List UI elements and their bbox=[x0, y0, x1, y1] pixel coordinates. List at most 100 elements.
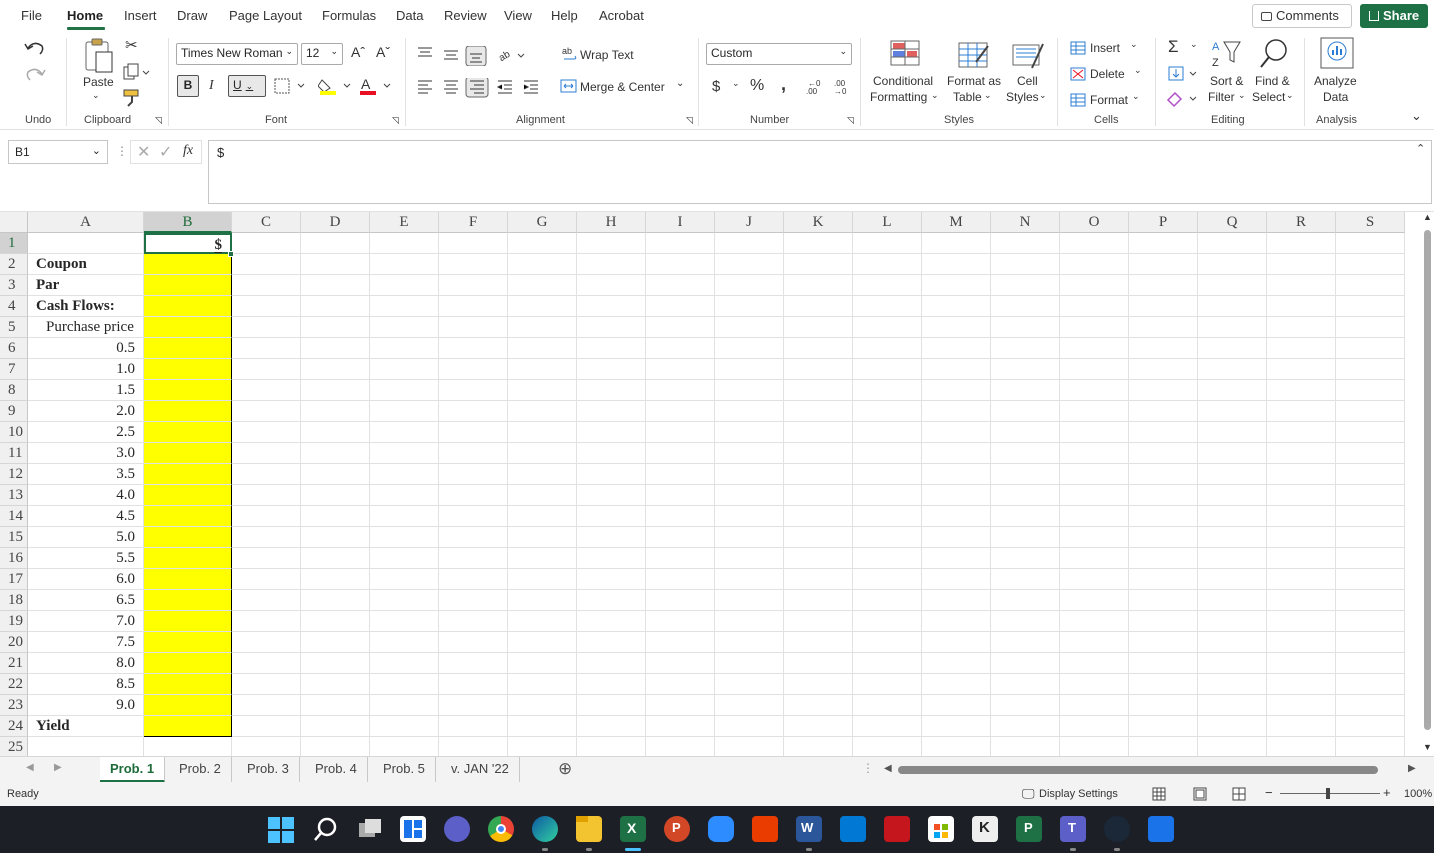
font-name-select[interactable]: Times New Roman ⌄ bbox=[176, 43, 298, 65]
cell-m4[interactable] bbox=[922, 296, 991, 317]
cell-o21[interactable] bbox=[1060, 653, 1129, 674]
cell-h6[interactable] bbox=[577, 338, 646, 359]
cell-c16[interactable] bbox=[232, 548, 301, 569]
cell-b24[interactable] bbox=[144, 716, 232, 737]
cell-n6[interactable] bbox=[991, 338, 1060, 359]
cell-l8[interactable] bbox=[853, 380, 922, 401]
cell-p4[interactable] bbox=[1129, 296, 1198, 317]
column-header-r[interactable]: R bbox=[1267, 212, 1336, 233]
page-break-view-icon[interactable] bbox=[1232, 787, 1246, 801]
cell-h7[interactable] bbox=[577, 359, 646, 380]
bold-button[interactable]: B bbox=[177, 75, 199, 97]
cell-s4[interactable] bbox=[1336, 296, 1405, 317]
conditional-formatting-label-2[interactable]: Formatting bbox=[870, 90, 927, 104]
cell-o17[interactable] bbox=[1060, 569, 1129, 590]
cell-b6[interactable] bbox=[144, 338, 232, 359]
cell-d17[interactable] bbox=[301, 569, 370, 590]
cell-m15[interactable] bbox=[922, 527, 991, 548]
cell-j5[interactable] bbox=[715, 317, 784, 338]
cell-l3[interactable] bbox=[853, 275, 922, 296]
cell-k1[interactable] bbox=[784, 233, 853, 254]
cell-p22[interactable] bbox=[1129, 674, 1198, 695]
chrome-icon[interactable] bbox=[488, 816, 514, 842]
cell-a7[interactable]: 1.0 bbox=[28, 359, 144, 380]
search-icon[interactable] bbox=[313, 817, 339, 843]
cell-d4[interactable] bbox=[301, 296, 370, 317]
scroll-thumb[interactable] bbox=[1424, 230, 1431, 730]
cell-h11[interactable] bbox=[577, 443, 646, 464]
cell-o7[interactable] bbox=[1060, 359, 1129, 380]
cell-m13[interactable] bbox=[922, 485, 991, 506]
cell-p7[interactable] bbox=[1129, 359, 1198, 380]
cell-q16[interactable] bbox=[1198, 548, 1267, 569]
cell-s5[interactable] bbox=[1336, 317, 1405, 338]
cell-s17[interactable] bbox=[1336, 569, 1405, 590]
cell-h22[interactable] bbox=[577, 674, 646, 695]
cell-r14[interactable] bbox=[1267, 506, 1336, 527]
cell-n14[interactable] bbox=[991, 506, 1060, 527]
cell-d20[interactable] bbox=[301, 632, 370, 653]
cell-l21[interactable] bbox=[853, 653, 922, 674]
cell-n8[interactable] bbox=[991, 380, 1060, 401]
cell-k19[interactable] bbox=[784, 611, 853, 632]
cell-d6[interactable] bbox=[301, 338, 370, 359]
cell-r23[interactable] bbox=[1267, 695, 1336, 716]
cell-i11[interactable] bbox=[646, 443, 715, 464]
column-header-i[interactable]: I bbox=[646, 212, 715, 233]
cell-b1[interactable]: $ bbox=[144, 233, 232, 254]
cell-i5[interactable] bbox=[646, 317, 715, 338]
cell-h5[interactable] bbox=[577, 317, 646, 338]
cell-d23[interactable] bbox=[301, 695, 370, 716]
cell-h13[interactable] bbox=[577, 485, 646, 506]
cell-r15[interactable] bbox=[1267, 527, 1336, 548]
cell-h20[interactable] bbox=[577, 632, 646, 653]
cell-k2[interactable] bbox=[784, 254, 853, 275]
cell-l12[interactable] bbox=[853, 464, 922, 485]
conditional-formatting-icon[interactable] bbox=[890, 40, 922, 68]
cell-h10[interactable] bbox=[577, 422, 646, 443]
cell-o13[interactable] bbox=[1060, 485, 1129, 506]
row-header[interactable]: 5 bbox=[0, 317, 28, 338]
hscroll-right-icon[interactable]: ▶ bbox=[1408, 763, 1416, 774]
page-layout-view-icon[interactable] bbox=[1193, 787, 1207, 801]
column-header-a[interactable]: A bbox=[28, 212, 144, 233]
cell-j20[interactable] bbox=[715, 632, 784, 653]
cell-c12[interactable] bbox=[232, 464, 301, 485]
app-k-icon[interactable]: K bbox=[972, 816, 998, 842]
cell-d22[interactable] bbox=[301, 674, 370, 695]
cell-o25[interactable] bbox=[1060, 737, 1129, 756]
cell-r16[interactable] bbox=[1267, 548, 1336, 569]
cell-j25[interactable] bbox=[715, 737, 784, 756]
cell-i2[interactable] bbox=[646, 254, 715, 275]
cell-d21[interactable] bbox=[301, 653, 370, 674]
cell-s6[interactable] bbox=[1336, 338, 1405, 359]
cell-o23[interactable] bbox=[1060, 695, 1129, 716]
sheet-tab-prob-4[interactable]: Prob. 4 bbox=[305, 757, 368, 783]
mail-icon[interactable] bbox=[840, 816, 866, 842]
cell-m5[interactable] bbox=[922, 317, 991, 338]
cell-g24[interactable] bbox=[508, 716, 577, 737]
cell-k23[interactable] bbox=[784, 695, 853, 716]
cell-p12[interactable] bbox=[1129, 464, 1198, 485]
cell-k22[interactable] bbox=[784, 674, 853, 695]
cell-k11[interactable] bbox=[784, 443, 853, 464]
cell-g10[interactable] bbox=[508, 422, 577, 443]
cell-r3[interactable] bbox=[1267, 275, 1336, 296]
find-select-label-1[interactable]: Find & bbox=[1255, 74, 1290, 88]
cell-n5[interactable] bbox=[991, 317, 1060, 338]
cell-k17[interactable] bbox=[784, 569, 853, 590]
cell-s12[interactable] bbox=[1336, 464, 1405, 485]
cell-j14[interactable] bbox=[715, 506, 784, 527]
row-header[interactable]: 18 bbox=[0, 590, 28, 611]
merge-center-button[interactable]: Merge & Center bbox=[580, 80, 665, 94]
cell-m18[interactable] bbox=[922, 590, 991, 611]
cell-d15[interactable] bbox=[301, 527, 370, 548]
cell-o15[interactable] bbox=[1060, 527, 1129, 548]
cell-i16[interactable] bbox=[646, 548, 715, 569]
cell-j23[interactable] bbox=[715, 695, 784, 716]
cell-g20[interactable] bbox=[508, 632, 577, 653]
formula-input[interactable]: $ bbox=[208, 140, 1432, 204]
cell-s20[interactable] bbox=[1336, 632, 1405, 653]
cell-s3[interactable] bbox=[1336, 275, 1405, 296]
cell-b4[interactable] bbox=[144, 296, 232, 317]
